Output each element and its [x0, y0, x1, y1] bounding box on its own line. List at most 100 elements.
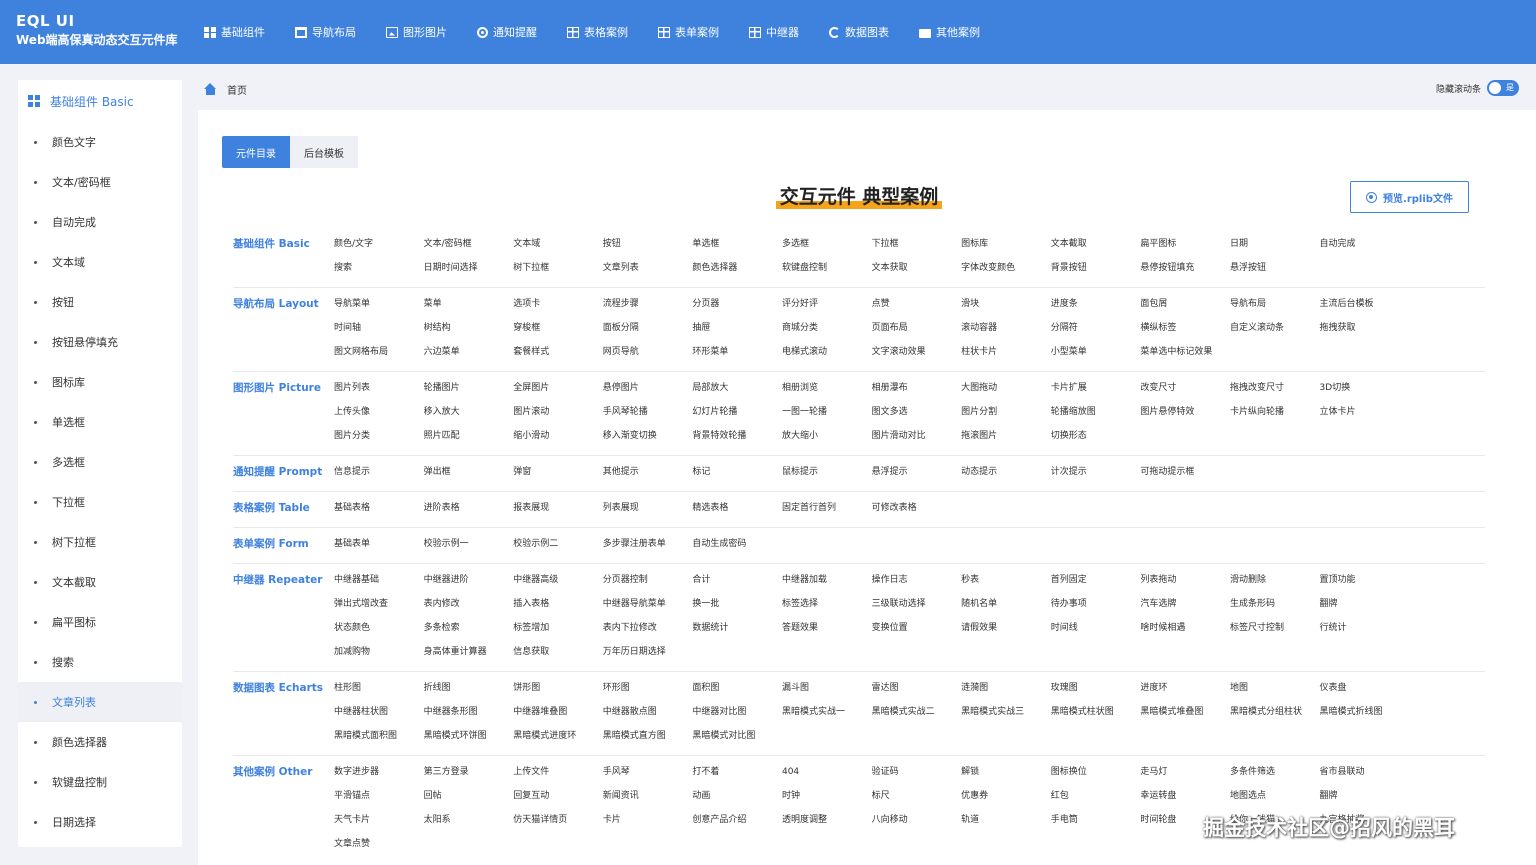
component-link[interactable]: 表内下拉修改 [603, 616, 693, 640]
component-link[interactable]: 柱状卡片 [961, 340, 1051, 364]
component-link[interactable]: 打不着 [692, 760, 782, 784]
component-link[interactable]: 时间线 [1051, 616, 1141, 640]
sidebar-item[interactable]: 多选框 [18, 442, 182, 482]
component-link[interactable]: 滚动容器 [961, 316, 1051, 340]
component-link[interactable]: 生成条形码 [1230, 592, 1320, 616]
component-link[interactable]: 八向移动 [872, 808, 962, 832]
component-link[interactable]: 天气卡片 [334, 808, 424, 832]
component-link[interactable]: 图标换位 [1051, 760, 1141, 784]
component-link[interactable]: 穿梭框 [513, 316, 603, 340]
component-link[interactable]: 漏斗图 [782, 676, 872, 700]
sidebar-item[interactable]: 文本截取 [18, 562, 182, 602]
component-link[interactable]: 首列固定 [1051, 568, 1141, 592]
section-title[interactable]: 导航布局 Layout [233, 292, 334, 364]
component-link[interactable]: 列表拖动 [1140, 568, 1230, 592]
component-link[interactable]: 中继器导航菜单 [603, 592, 693, 616]
component-link[interactable]: 中继器散点图 [603, 700, 693, 724]
component-link[interactable]: 流程步骤 [603, 292, 693, 316]
sidebar-item[interactable]: 图标库 [18, 362, 182, 402]
component-link[interactable]: 秒表 [961, 568, 1051, 592]
component-link[interactable]: 标签选择 [782, 592, 872, 616]
component-link[interactable]: 待办事项 [1051, 592, 1141, 616]
component-link[interactable]: 网页导航 [603, 340, 693, 364]
component-link[interactable]: 悬浮按钮 [1230, 256, 1320, 280]
component-link[interactable]: 红包 [1051, 784, 1141, 808]
component-link[interactable]: 插入表格 [513, 592, 603, 616]
component-link[interactable]: 数据统计 [692, 616, 782, 640]
component-link[interactable]: 优惠券 [961, 784, 1051, 808]
component-link[interactable]: 扁平图标 [1140, 232, 1230, 256]
component-link[interactable]: 上传头像 [334, 400, 424, 424]
sidebar-item[interactable]: 文章列表 [18, 682, 182, 722]
component-link[interactable]: 面积图 [692, 676, 782, 700]
component-link[interactable]: 玫瑰图 [1051, 676, 1141, 700]
sidebar-item[interactable]: 文本域 [18, 242, 182, 282]
component-link[interactable]: 可拖动提示框 [1140, 460, 1230, 484]
sidebar-item[interactable]: 日期选择 [18, 802, 182, 842]
component-link[interactable]: 图片分割 [961, 400, 1051, 424]
component-link[interactable]: 信息提示 [334, 460, 424, 484]
component-link[interactable]: 新闻资讯 [603, 784, 693, 808]
component-link[interactable]: 换一批 [692, 592, 782, 616]
section-title[interactable]: 表格案例 Table [233, 496, 334, 520]
component-link[interactable]: 进度条 [1051, 292, 1141, 316]
component-link[interactable]: 汽车选牌 [1140, 592, 1230, 616]
component-link[interactable]: 数字进步器 [334, 760, 424, 784]
component-link[interactable]: 放大缩小 [782, 424, 872, 448]
component-link[interactable]: 合计 [692, 568, 782, 592]
component-link[interactable]: 验证码 [872, 760, 962, 784]
preview-rplib-button[interactable]: 预览.rplib文件 [1350, 181, 1469, 213]
sidebar-header[interactable]: 基础组件 Basic [18, 80, 182, 122]
component-link[interactable]: 环形图 [603, 676, 693, 700]
component-link[interactable]: 多步骤注册表单 [603, 532, 693, 556]
nav-other[interactable]: 其他案例 [919, 24, 980, 40]
component-link[interactable]: 鼠标提示 [782, 460, 872, 484]
component-link[interactable]: 单选框 [692, 232, 782, 256]
component-link[interactable]: 回复互动 [513, 784, 603, 808]
component-link[interactable]: 弹出框 [424, 460, 514, 484]
component-link[interactable]: 答题效果 [782, 616, 872, 640]
component-link[interactable]: 环形菜单 [692, 340, 782, 364]
sidebar-item[interactable]: 颜色选择器 [18, 722, 182, 762]
component-link[interactable]: 图文网格布局 [334, 340, 424, 364]
component-link[interactable]: 图片滑动对比 [872, 424, 962, 448]
component-link[interactable]: 导航布局 [1230, 292, 1320, 316]
component-link[interactable]: 回帖 [424, 784, 514, 808]
section-title[interactable]: 数据图表 Echarts [233, 676, 334, 748]
component-link[interactable]: 文本获取 [872, 256, 962, 280]
component-link[interactable]: 悬停图片 [603, 376, 693, 400]
nav-table[interactable]: 表格案例 [567, 24, 628, 40]
component-link[interactable]: 图文多选 [872, 400, 962, 424]
component-link[interactable]: 面包屑 [1140, 292, 1230, 316]
component-link[interactable]: 黑暗模式柱状图 [1051, 700, 1141, 724]
component-link[interactable]: 中继器基础 [334, 568, 424, 592]
component-link[interactable]: 中继器堆叠图 [513, 700, 603, 724]
component-link[interactable]: 身高体重计算器 [424, 640, 514, 664]
component-link[interactable]: 中继器条形图 [424, 700, 514, 724]
component-link[interactable]: 时钟 [782, 784, 872, 808]
component-link[interactable]: 上传文件 [513, 760, 603, 784]
component-link[interactable]: 局部放大 [692, 376, 782, 400]
component-link[interactable]: 菜单 [424, 292, 514, 316]
component-link[interactable]: 横纵标签 [1140, 316, 1230, 340]
component-link[interactable]: 改变尺寸 [1140, 376, 1230, 400]
component-link[interactable]: 进度环 [1140, 676, 1230, 700]
component-link[interactable]: 校验示例二 [513, 532, 603, 556]
component-link[interactable]: 拖滚图片 [961, 424, 1051, 448]
component-link[interactable]: 动画 [692, 784, 782, 808]
section-title[interactable]: 其他案例 Other [233, 760, 334, 856]
component-link[interactable]: 卡片 [603, 808, 693, 832]
component-link[interactable]: 商城分类 [782, 316, 872, 340]
component-link[interactable]: 轮播缩放图 [1051, 400, 1141, 424]
tab-component-catalog[interactable]: 元件目录 [222, 136, 290, 168]
component-link[interactable]: 文字滚动效果 [872, 340, 962, 364]
sidebar-item[interactable]: 按钮 [18, 282, 182, 322]
component-link[interactable]: 中继器高级 [513, 568, 603, 592]
component-link[interactable]: 图标库 [961, 232, 1051, 256]
component-link[interactable]: 图片分类 [334, 424, 424, 448]
component-link[interactable]: 主流后台模板 [1320, 292, 1410, 316]
component-link[interactable]: 黑暗模式环饼图 [424, 724, 514, 748]
component-link[interactable]: 地图 [1230, 676, 1320, 700]
component-link[interactable]: 基础表单 [334, 532, 424, 556]
component-link[interactable]: 面板分隔 [603, 316, 693, 340]
